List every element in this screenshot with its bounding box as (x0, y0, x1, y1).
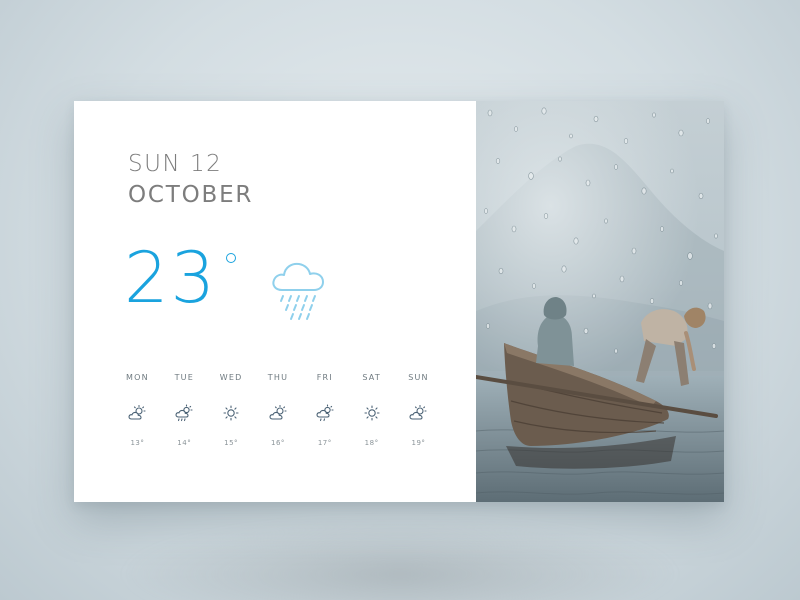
weather-card: SUN 12 OCTOBER 23 MON 13° TUE 14° WED 15… (74, 101, 724, 502)
rainy-boat-photo (476, 101, 724, 502)
forecast-day-name: SUN (408, 373, 429, 382)
cloud-rain-sun-icon (315, 404, 335, 422)
forecast-temp: 16° (270, 439, 285, 447)
sun-icon (362, 404, 382, 422)
forecast-day: SAT 18° (348, 373, 395, 447)
forecast-day-name: WED (219, 373, 243, 382)
forecast-day-name: THU (267, 373, 289, 382)
partly-cloudy-icon (127, 404, 147, 422)
forecast-day: MON 13° (114, 373, 161, 447)
forecast-day-name: FRI (316, 373, 333, 382)
date-month: OCTOBER (128, 182, 254, 208)
rain-cloud-icon (270, 256, 332, 330)
forecast-temp: 15° (224, 439, 239, 447)
forecast-day-name: TUE (174, 373, 194, 382)
sun-icon (221, 404, 241, 422)
forecast-day: FRI 17° (301, 373, 348, 447)
partly-cloudy-icon (268, 404, 288, 422)
current-temperature: 23 (124, 237, 218, 319)
forecast-temp: 19° (411, 439, 426, 447)
forecast-day: SUN 19° (395, 373, 442, 447)
forecast-temp: 17° (317, 439, 332, 447)
background-blur (120, 520, 680, 600)
partly-cloudy-icon (408, 404, 428, 422)
forecast-temp: 13° (130, 439, 145, 447)
forecast-temp: 18° (364, 439, 379, 447)
cloud-rain-icon (174, 404, 194, 422)
forecast-day: THU 16° (255, 373, 302, 447)
forecast-row: MON 13° TUE 14° WED 15° THU 16° FRI 17° … (114, 373, 442, 447)
weather-panel: SUN 12 OCTOBER 23 MON 13° TUE 14° WED 15… (74, 101, 476, 502)
forecast-day: WED 15° (208, 373, 255, 447)
forecast-day-name: MON (126, 373, 149, 382)
date-day: SUN 12 (128, 151, 223, 177)
degree-symbol (226, 253, 236, 263)
forecast-day: TUE 14° (161, 373, 208, 447)
forecast-day-name: SAT (362, 373, 381, 382)
forecast-temp: 14° (177, 439, 192, 447)
